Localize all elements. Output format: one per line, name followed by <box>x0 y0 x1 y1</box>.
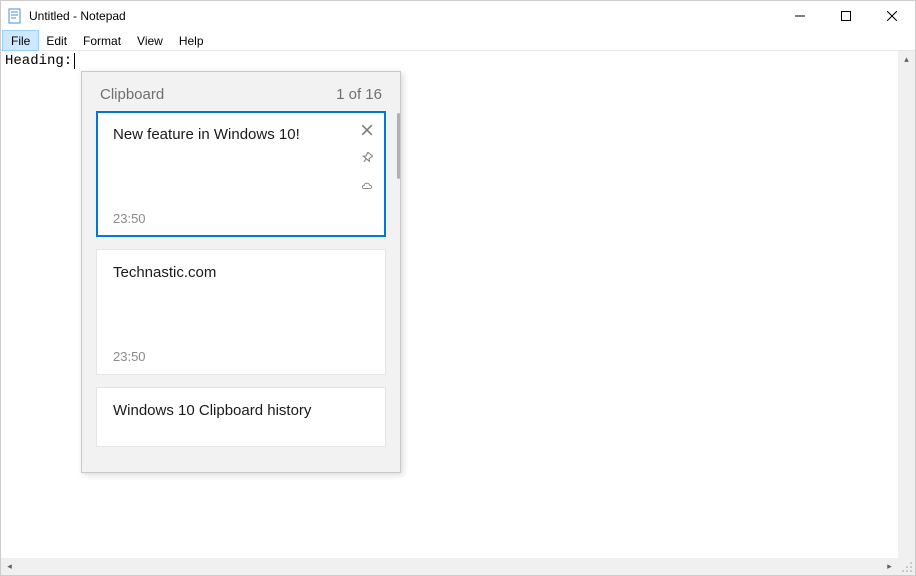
clipboard-title: Clipboard <box>100 86 164 103</box>
scroll-right-arrow-icon[interactable]: ▸ <box>881 558 898 575</box>
horizontal-scrollbar[interactable]: ◂ ▸ <box>1 558 898 575</box>
scroll-corner <box>898 558 915 575</box>
clipboard-item-time: 23:50 <box>113 349 369 364</box>
clipboard-item-text: Technastic.com <box>113 264 369 281</box>
clipboard-item[interactable]: Technastic.com 23:50 <box>96 249 386 375</box>
clipboard-item-text: New feature in Windows 10! <box>113 126 369 143</box>
window-title: Untitled - Notepad <box>29 9 777 23</box>
resize-grip-icon[interactable] <box>901 561 913 573</box>
minimize-button[interactable] <box>777 1 823 31</box>
text-caret <box>74 53 75 69</box>
menu-bar: File Edit Format View Help <box>1 31 915 51</box>
clipboard-body: New feature in Windows 10! 23:50 Technas… <box>82 111 400 472</box>
vertical-scrollbar[interactable]: ▴ <box>898 51 915 558</box>
pin-icon[interactable] <box>360 151 374 165</box>
clipboard-counter: 1 of 16 <box>336 86 382 103</box>
window-controls <box>777 1 915 31</box>
menu-file[interactable]: File <box>3 31 38 50</box>
menu-edit[interactable]: Edit <box>38 31 75 50</box>
scroll-left-arrow-icon[interactable]: ◂ <box>1 558 18 575</box>
maximize-button[interactable] <box>823 1 869 31</box>
clipboard-item-text: Windows 10 Clipboard history <box>113 402 369 419</box>
close-button[interactable] <box>869 1 915 31</box>
menu-help[interactable]: Help <box>171 31 212 50</box>
menu-format[interactable]: Format <box>75 31 129 50</box>
title-bar: Untitled - Notepad <box>1 1 915 31</box>
clipboard-header: Clipboard 1 of 16 <box>82 72 400 111</box>
notepad-icon <box>7 8 23 24</box>
clipboard-popup: Clipboard 1 of 16 New feature in Windows… <box>81 71 401 473</box>
clipboard-item-actions <box>360 123 374 193</box>
clipboard-item[interactable]: New feature in Windows 10! 23:50 <box>96 111 386 237</box>
clipboard-item-time: 23:50 <box>113 211 369 226</box>
cloud-icon[interactable] <box>360 179 374 193</box>
clipboard-scrollbar[interactable] <box>397 113 400 179</box>
editor-text: Heading: <box>5 53 72 69</box>
scroll-track[interactable] <box>18 558 881 575</box>
menu-view[interactable]: View <box>129 31 171 50</box>
close-icon[interactable] <box>360 123 374 137</box>
scroll-up-arrow-icon[interactable]: ▴ <box>898 51 915 68</box>
clipboard-item[interactable]: Windows 10 Clipboard history <box>96 387 386 447</box>
